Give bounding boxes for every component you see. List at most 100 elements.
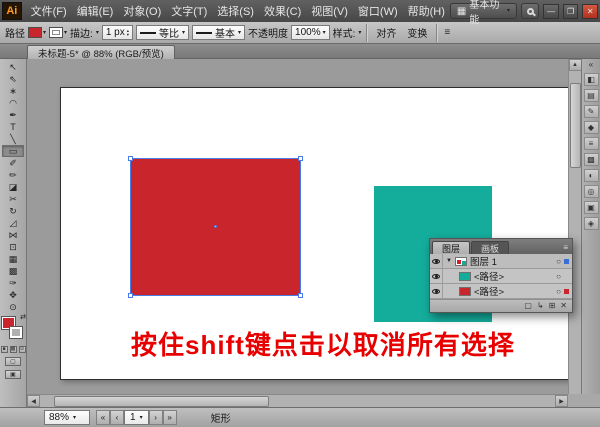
scissors-tool[interactable]: ✂: [2, 193, 24, 205]
align-button[interactable]: 对齐: [372, 24, 400, 41]
swatches-panel-icon[interactable]: ▤: [584, 89, 599, 102]
chevron-down-icon[interactable]: ▾: [358, 30, 361, 36]
screen-mode-button[interactable]: ▣: [5, 370, 21, 379]
menu-window[interactable]: 窗口(W): [353, 0, 403, 22]
restore-button[interactable]: ❐: [563, 4, 579, 19]
layer-name[interactable]: 图层 1: [470, 254, 497, 268]
pencil-tool[interactable]: ✏: [2, 169, 24, 181]
horizontal-scroll-thumb[interactable]: [54, 396, 269, 407]
layer-row-path-teal[interactable]: <路径> ○: [430, 269, 572, 284]
delete-layer-button[interactable]: ✕: [560, 302, 567, 310]
vertical-scroll-thumb[interactable]: [570, 83, 581, 168]
opacity-field[interactable]: 100% ▾: [291, 25, 330, 40]
minimize-button[interactable]: —: [543, 4, 559, 19]
make-clipping-mask-button[interactable]: ▢: [524, 302, 532, 310]
previous-artboard-button[interactable]: ‹: [110, 410, 124, 425]
draw-mode-button[interactable]: ▢: [5, 357, 21, 366]
panel-menu-icon[interactable]: ≡: [442, 27, 452, 38]
menu-view[interactable]: 视图(V): [306, 0, 353, 22]
scroll-up-icon[interactable]: ▲: [569, 59, 582, 71]
fill-color-swatch[interactable]: ▾: [28, 27, 46, 38]
canvas-area[interactable]: 按住shift键点击以取消所有选择: [27, 59, 568, 394]
anchor-point[interactable]: [128, 293, 133, 298]
stroke-color-swatch[interactable]: ▾: [49, 27, 67, 38]
selection-color-chip[interactable]: [564, 289, 569, 294]
eyedropper-tool[interactable]: ✑: [2, 277, 24, 289]
target-circle-icon[interactable]: ○: [556, 272, 561, 281]
selection-color-chip[interactable]: [564, 259, 569, 264]
magic-wand-tool[interactable]: ∗: [2, 85, 24, 97]
anchor-point[interactable]: [298, 293, 303, 298]
tab-artboards[interactable]: 画板: [471, 241, 509, 254]
stroke-width-field[interactable]: 1 px ▴▾: [102, 25, 133, 40]
scroll-right-icon[interactable]: ▶: [555, 395, 568, 407]
transform-button[interactable]: 变换: [403, 24, 431, 41]
artboard-number-field[interactable]: 1 ▾: [124, 410, 149, 425]
expand-arrow-icon[interactable]: ▼: [446, 258, 452, 264]
appearance-panel-icon[interactable]: ◎: [584, 185, 599, 198]
selection-tool[interactable]: ↖: [2, 61, 24, 73]
width-profile-dropdown[interactable]: 等比 ▾: [136, 25, 189, 40]
stroke-chip[interactable]: [10, 327, 22, 338]
workspace-switcher[interactable]: ▦ 基本功能 ▾: [450, 3, 517, 19]
navigator-panel-icon[interactable]: ◈: [584, 217, 599, 230]
selection-color-chip[interactable]: [564, 274, 569, 279]
chevron-down-icon[interactable]: ▾: [96, 30, 99, 36]
visibility-eye-icon[interactable]: [430, 269, 443, 284]
scroll-left-icon[interactable]: ◀: [27, 395, 40, 407]
layer-row-path-red[interactable]: <路径> ○: [430, 284, 572, 299]
zoom-tool[interactable]: ⊙: [2, 301, 24, 313]
transparency-panel-icon[interactable]: ◐: [584, 169, 599, 182]
vertical-scrollbar[interactable]: ▲: [568, 59, 581, 394]
anchor-point[interactable]: [128, 156, 133, 161]
menu-file[interactable]: 文件(F): [26, 0, 72, 22]
type-tool[interactable]: T: [2, 121, 24, 133]
rotate-tool[interactable]: ↻: [2, 205, 24, 217]
target-circle-icon[interactable]: ○: [556, 287, 561, 296]
zoom-level-dropdown[interactable]: 88% ▾: [44, 410, 90, 425]
hand-tool[interactable]: ✥: [2, 289, 24, 301]
brushes-panel-icon[interactable]: ✎: [584, 105, 599, 118]
brush-definition-dropdown[interactable]: 基本 ▾: [192, 25, 245, 40]
graphic-styles-panel-icon[interactable]: ▣: [584, 201, 599, 214]
line-tool[interactable]: ╲: [2, 133, 24, 145]
fill-stroke-chips[interactable]: ⇄: [1, 316, 25, 342]
path-name[interactable]: <路径>: [474, 284, 504, 298]
direct-selection-tool[interactable]: ⇖: [2, 73, 24, 85]
visibility-eye-icon[interactable]: [430, 284, 443, 299]
target-circle-icon[interactable]: ○: [556, 257, 561, 266]
gradient-mode-button[interactable]: ▩: [10, 346, 17, 353]
menu-object[interactable]: 对象(O): [118, 0, 166, 22]
menu-select[interactable]: 选择(S): [212, 0, 259, 22]
free-transform-tool[interactable]: ⊡: [2, 241, 24, 253]
anchor-point[interactable]: [298, 156, 303, 161]
path-name[interactable]: <路径>: [474, 269, 504, 283]
stroke-width-stepper[interactable]: ▴▾: [127, 29, 129, 37]
eraser-tool[interactable]: ◪: [2, 181, 24, 193]
mesh-tool[interactable]: ▦: [2, 253, 24, 265]
horizontal-scrollbar[interactable]: ◀ ▶: [27, 394, 568, 407]
pen-tool[interactable]: ✒: [2, 109, 24, 121]
last-artboard-button[interactable]: »: [163, 410, 177, 425]
gradient-panel-icon[interactable]: ▩: [584, 153, 599, 166]
new-sublayer-button[interactable]: ↳: [537, 302, 544, 310]
red-rectangle-shape-selected[interactable]: [130, 158, 301, 296]
menu-effect[interactable]: 效果(C): [259, 0, 306, 22]
close-button[interactable]: ✕: [582, 4, 598, 19]
first-artboard-button[interactable]: «: [96, 410, 110, 425]
paintbrush-tool[interactable]: ✐: [2, 157, 24, 169]
scale-tool[interactable]: ◿: [2, 217, 24, 229]
color-panel-icon[interactable]: ◧: [584, 73, 599, 86]
panel-menu-icon[interactable]: ≡: [563, 243, 572, 254]
tab-layers[interactable]: 图层: [432, 241, 470, 254]
swap-fill-stroke-icon[interactable]: ⇄: [20, 313, 26, 321]
color-mode-button[interactable]: ■: [1, 346, 8, 353]
document-tab[interactable]: 未标题-5* @ 88% (RGB/预览): [27, 45, 175, 59]
none-mode-button[interactable]: ⊘: [19, 346, 26, 353]
lasso-tool[interactable]: ◠: [2, 97, 24, 109]
visibility-eye-icon[interactable]: [430, 254, 443, 269]
width-tool[interactable]: ⋈: [2, 229, 24, 241]
symbols-panel-icon[interactable]: ◆: [584, 121, 599, 134]
stroke-panel-icon[interactable]: ≡: [584, 137, 599, 150]
dock-collapse-icon[interactable]: «: [589, 61, 593, 69]
